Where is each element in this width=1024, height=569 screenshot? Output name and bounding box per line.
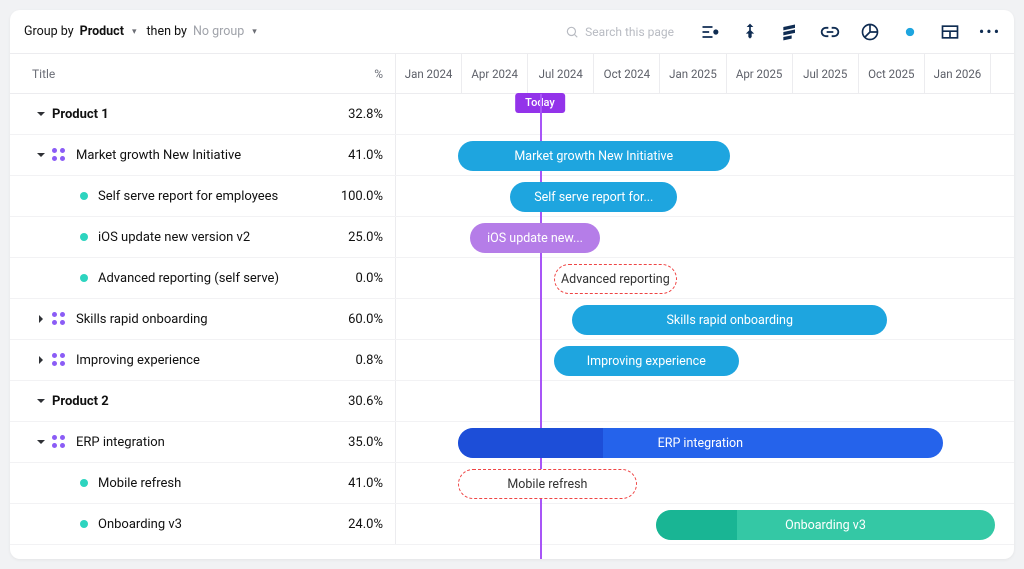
- item-row[interactable]: Self serve report for employees100.0%: [10, 176, 1014, 217]
- item-bullet-icon: [80, 192, 88, 200]
- search-icon: [565, 25, 579, 39]
- chevron-down-icon: ▾: [132, 27, 137, 37]
- col-title: Title: [22, 67, 55, 81]
- status-dot-icon[interactable]: [900, 22, 920, 42]
- col-pct: %: [374, 67, 383, 81]
- epic-row[interactable]: ERP integration35.0%: [10, 422, 1014, 463]
- chevron-down-icon[interactable]: [34, 394, 48, 408]
- devops-icon[interactable]: [780, 22, 800, 42]
- link-icon[interactable]: [820, 22, 840, 42]
- epic-row[interactable]: Skills rapid onboarding60.0%: [10, 299, 1014, 340]
- epic-icon: [52, 148, 66, 162]
- timeline-month: Oct 2024: [593, 54, 659, 94]
- item-bullet-icon: [80, 520, 88, 528]
- item-bullet-icon: [80, 233, 88, 241]
- group-row[interactable]: Product 132.8%: [10, 94, 1014, 135]
- timeline-header: Jan 2024 Apr 2024 Jul 2024 Oct 2024 Jan …: [396, 54, 1014, 94]
- chevron-down-icon: ▾: [252, 27, 257, 37]
- timeline-month: Oct 2025: [858, 54, 924, 94]
- chevron-right-icon[interactable]: [34, 312, 48, 326]
- table-header: Title % Jan 2024 Apr 2024 Jul 2024 Oct 2…: [10, 54, 1014, 94]
- toolbar: Group by Product ▾ then by No group ▾ Se…: [10, 10, 1014, 54]
- epic-row[interactable]: Improving experience0.8%: [10, 340, 1014, 381]
- item-row[interactable]: Advanced reporting (self serve)0.0%: [10, 258, 1014, 299]
- chevron-down-icon[interactable]: [34, 107, 48, 121]
- table-body: Product 132.8% Market growth New Initiat…: [10, 94, 1014, 545]
- app-root: Group by Product ▾ then by No group ▾ Se…: [10, 10, 1014, 559]
- epic-icon: [52, 435, 66, 449]
- epic-icon: [52, 353, 66, 367]
- group-by-control[interactable]: Group by Product ▾: [24, 24, 136, 39]
- timeline-month: Jan 2024: [396, 54, 461, 94]
- timeline-month: Jan 2026: [924, 54, 990, 94]
- item-bullet-icon: [80, 274, 88, 282]
- timeline-month: Apr 2024: [461, 54, 527, 94]
- epic-row[interactable]: Market growth New Initiative41.0%: [10, 135, 1014, 176]
- layout-icon[interactable]: [940, 22, 960, 42]
- epic-icon: [52, 312, 66, 326]
- filter-list-icon[interactable]: [700, 22, 720, 42]
- toolbar-icons: •••: [700, 22, 1000, 42]
- search-input[interactable]: Search this page: [565, 25, 674, 39]
- item-row[interactable]: Onboarding v324.0%: [10, 504, 1014, 545]
- chevron-down-icon[interactable]: [34, 148, 48, 162]
- timeline-month: Jul 2025: [792, 54, 858, 94]
- item-bullet-icon: [80, 479, 88, 487]
- item-row[interactable]: iOS update new version v225.0%: [10, 217, 1014, 258]
- then-by-control[interactable]: then by No group ▾: [146, 24, 256, 39]
- item-row[interactable]: Mobile refresh41.0%: [10, 463, 1014, 504]
- timeline-month: Apr 2025: [726, 54, 792, 94]
- timeline-month: Jan 2025: [659, 54, 725, 94]
- timeline-month: Jul 2024: [527, 54, 593, 94]
- group-row[interactable]: Product 230.6%: [10, 381, 1014, 422]
- pie-chart-icon[interactable]: [860, 22, 880, 42]
- chevron-right-icon[interactable]: [34, 353, 48, 367]
- chevron-down-icon[interactable]: [34, 435, 48, 449]
- more-icon[interactable]: •••: [980, 22, 1000, 42]
- jira-icon[interactable]: [740, 22, 760, 42]
